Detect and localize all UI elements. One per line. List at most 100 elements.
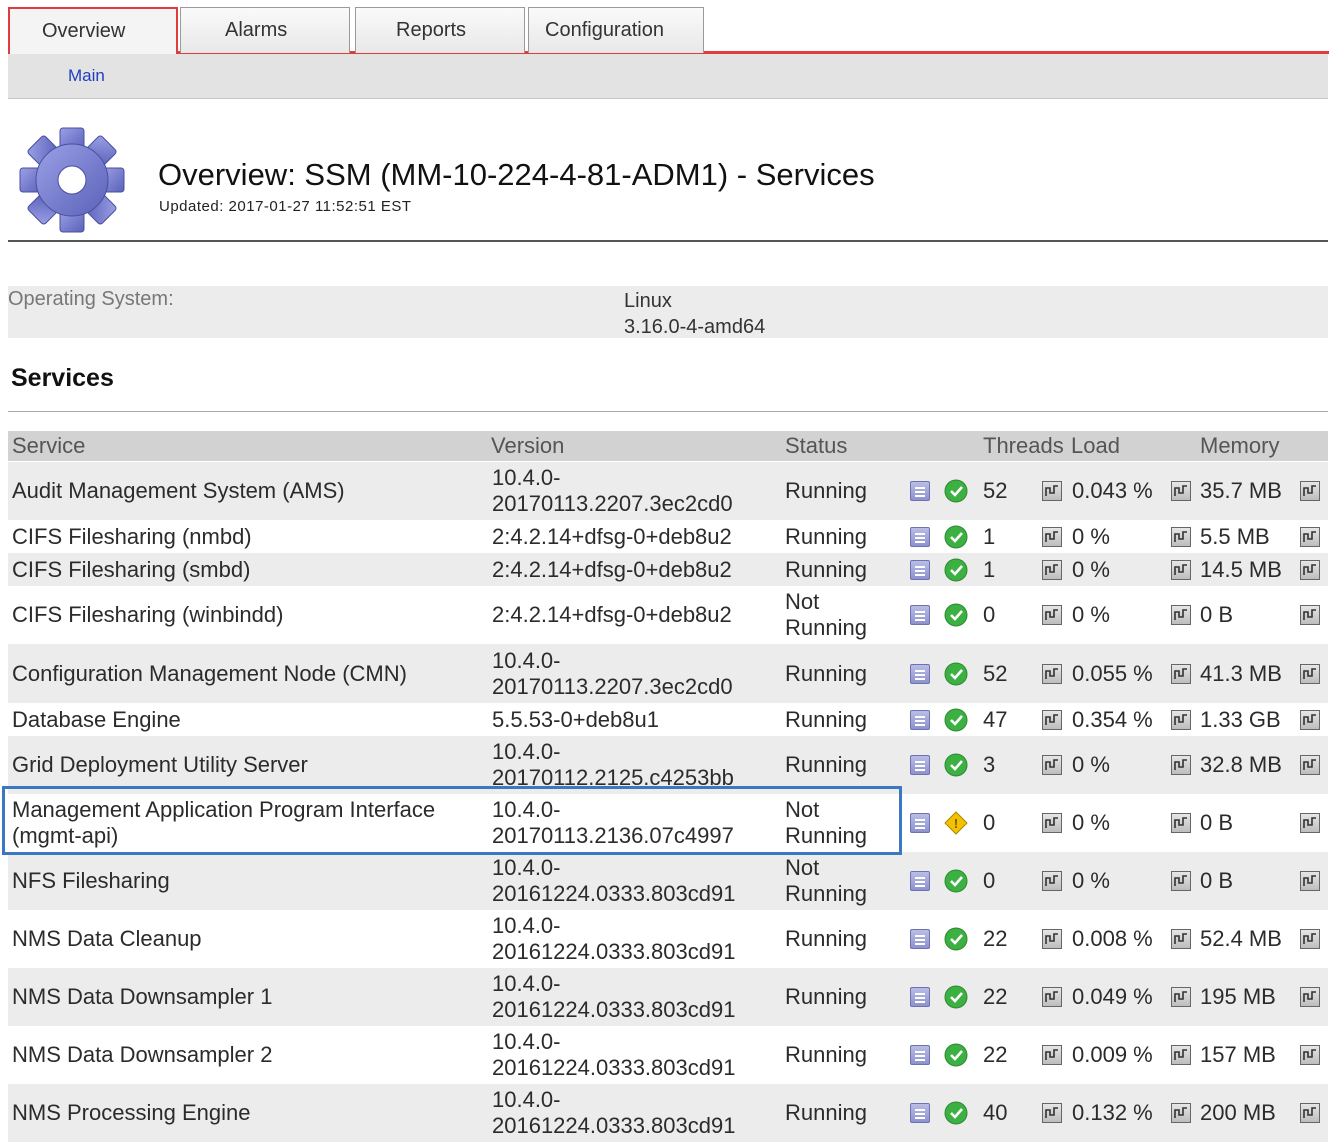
service-version: 10.4.0- 20161224.0333.803cd91 (492, 971, 735, 1023)
load-chart-icon[interactable] (1171, 664, 1191, 684)
status-ok-icon (944, 753, 968, 777)
service-version: 10.4.0- 20161224.0333.803cd91 (492, 1087, 735, 1139)
cell-line: Running (785, 984, 867, 1009)
load-chart-icon[interactable] (1171, 987, 1191, 1007)
load-chart-icon[interactable] (1171, 755, 1191, 775)
details-icon[interactable] (910, 1045, 930, 1065)
memory-chart-icon[interactable] (1300, 813, 1320, 833)
cell-line: 2:4.2.14+dfsg-0+deb8u2 (492, 557, 732, 582)
table-row: NMS Data Cleanup 10.4.0- 20161224.0333.803… (8, 910, 1328, 968)
cell-line: NMS Data Downsampler 2 (12, 1042, 273, 1067)
memory-value: 200 MB (1200, 1100, 1276, 1125)
tab-configuration[interactable]: Configuration (528, 7, 704, 53)
load-chart-icon[interactable] (1171, 1103, 1191, 1123)
memory-chart-icon[interactable] (1300, 755, 1320, 775)
memory-chart-icon[interactable] (1300, 987, 1320, 1007)
memory-chart-icon[interactable] (1300, 664, 1320, 684)
threads-chart-icon[interactable] (1042, 1103, 1062, 1123)
details-icon[interactable] (910, 527, 930, 547)
details-icon[interactable] (910, 987, 930, 1007)
table-row: Configuration Management Node (CMN) 10.4.… (8, 644, 1328, 703)
thread-count: 40 (983, 1100, 1008, 1125)
threads-chart-icon[interactable] (1042, 664, 1062, 684)
load-chart-icon[interactable] (1171, 710, 1191, 730)
threads-chart-icon[interactable] (1042, 929, 1062, 949)
service-version: 2:4.2.14+dfsg-0+deb8u2 (492, 602, 732, 628)
cell-line: Running (785, 752, 867, 777)
service-version: 10.4.0- 20161224.0333.803cd91 (492, 1029, 735, 1081)
memory-chart-icon[interactable] (1300, 605, 1320, 625)
details-icon[interactable] (910, 755, 930, 775)
threads-chart-icon[interactable] (1042, 710, 1062, 730)
details-icon[interactable] (910, 1103, 930, 1123)
load-chart-icon[interactable] (1171, 871, 1191, 891)
load-chart-icon[interactable] (1171, 481, 1191, 501)
status-ok-icon (944, 1101, 968, 1125)
service-version: 2:4.2.14+dfsg-0+deb8u2 (492, 524, 732, 550)
details-icon[interactable] (910, 813, 930, 833)
details-icon[interactable] (910, 664, 930, 684)
warning-icon: ! (944, 811, 968, 835)
details-icon[interactable] (910, 481, 930, 501)
details-icon[interactable] (910, 560, 930, 580)
load-chart-icon[interactable] (1171, 605, 1191, 625)
details-icon[interactable] (910, 929, 930, 949)
memory-chart-icon[interactable] (1300, 560, 1320, 580)
load-chart-icon[interactable] (1171, 560, 1191, 580)
memory-value: 14.5 MB (1200, 557, 1282, 582)
memory-chart-icon[interactable] (1300, 527, 1320, 547)
subnav-main-link[interactable]: Main (68, 66, 105, 86)
load-chart-icon[interactable] (1171, 527, 1191, 547)
services-table-header: Service Version Status Threads Load Memo… (8, 431, 1328, 461)
selection-highlight (2, 786, 902, 855)
memory-chart-icon[interactable] (1300, 1103, 1320, 1123)
load-chart-icon[interactable] (1171, 929, 1191, 949)
load-value: 0 % (1072, 524, 1110, 549)
thread-count: 52 (983, 478, 1008, 503)
memory-chart-icon[interactable] (1300, 481, 1320, 501)
service-name: Database Engine (12, 707, 181, 733)
details-icon[interactable] (910, 605, 930, 625)
table-row: NMS Data Downsampler 2 10.4.0- 20161224.03… (8, 1026, 1328, 1084)
status-ok-icon (944, 985, 968, 1009)
memory-chart-icon[interactable] (1300, 710, 1320, 730)
threads-chart-icon[interactable] (1042, 1045, 1062, 1065)
tab-overview[interactable]: Overview (8, 7, 178, 54)
details-icon[interactable] (910, 871, 930, 891)
service-name: NMS Data Downsampler 1 (12, 984, 272, 1010)
thread-count: 0 (983, 868, 996, 893)
threads-chart-icon[interactable] (1042, 871, 1062, 891)
cell-line: 10.4.0- (492, 971, 561, 996)
threads-chart-icon[interactable] (1042, 605, 1062, 625)
load-value: 0.043 % (1072, 478, 1153, 503)
col-load: Load (1071, 433, 1120, 458)
service-name: CIFS Filesharing (winbindd) (12, 602, 283, 628)
thread-count: 22 (983, 926, 1008, 951)
service-name: Configuration Management Node (CMN) (12, 661, 407, 687)
cell-line: 20161224.0333.803cd91 (492, 1055, 736, 1080)
service-version: 5.5.53-0+deb8u1 (492, 707, 659, 733)
threads-chart-icon[interactable] (1042, 813, 1062, 833)
load-chart-icon[interactable] (1171, 1045, 1191, 1065)
memory-chart-icon[interactable] (1300, 871, 1320, 891)
cell-line: Database Engine (12, 707, 181, 732)
threads-chart-icon[interactable] (1042, 527, 1062, 547)
threads-chart-icon[interactable] (1042, 755, 1062, 775)
threads-chart-icon[interactable] (1042, 987, 1062, 1007)
load-value: 0.009 % (1072, 1042, 1153, 1067)
services-heading: Services (11, 364, 114, 392)
thread-count: 1 (983, 524, 996, 549)
threads-chart-icon[interactable] (1042, 481, 1062, 501)
tab-reports[interactable]: Reports (355, 7, 525, 53)
details-icon[interactable] (910, 710, 930, 730)
cell-line: 20161224.0333.803cd91 (492, 881, 736, 906)
memory-chart-icon[interactable] (1300, 1045, 1320, 1065)
status-ok-icon (944, 927, 968, 951)
service-version: 2:4.2.14+dfsg-0+deb8u2 (492, 557, 732, 583)
tab-label: Overview (42, 20, 126, 42)
tab-alarms[interactable]: Alarms (180, 7, 350, 53)
threads-chart-icon[interactable] (1042, 560, 1062, 580)
memory-chart-icon[interactable] (1300, 929, 1320, 949)
table-row: NMS Processing Engine 10.4.0- 20161224.033… (8, 1084, 1328, 1142)
load-chart-icon[interactable] (1171, 813, 1191, 833)
